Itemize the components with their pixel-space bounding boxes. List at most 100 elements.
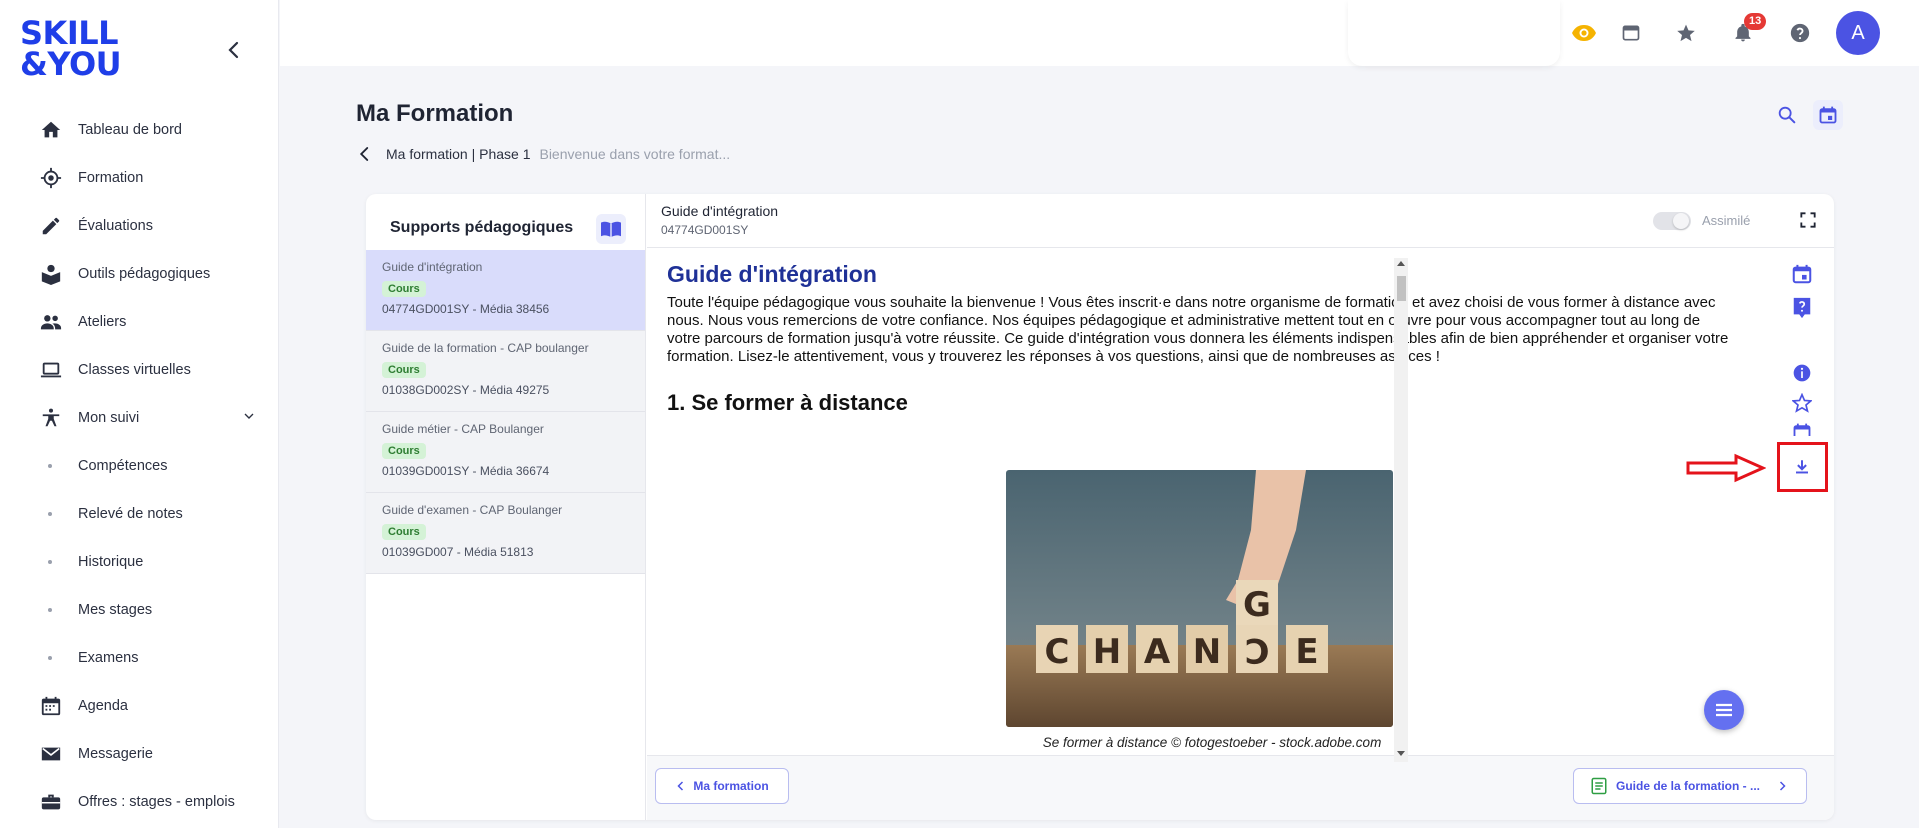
support-item[interactable]: Guide de la formation - CAP boulanger Co… xyxy=(366,331,645,412)
calendar-icon xyxy=(1819,106,1837,124)
bullet-icon xyxy=(48,560,52,564)
rail-star-icon[interactable] xyxy=(1790,391,1814,415)
support-code: 01039GD001SY - Média 36674 xyxy=(382,464,550,478)
breadcrumb-subtitle: Bienvenue dans votre format... xyxy=(539,146,731,162)
bullet-icon xyxy=(48,464,52,468)
document-intro: Toute l'équipe pédagogique vous souhaite… xyxy=(667,294,1729,365)
support-title: Guide métier - CAP Boulanger xyxy=(382,422,544,436)
scroll-down-arrow-icon[interactable] xyxy=(1397,751,1405,756)
sidebar-item-agenda[interactable]: Agenda xyxy=(0,682,279,730)
sidebar-subitem-mes-stages[interactable]: Mes stages xyxy=(0,586,279,634)
sidebar-item-messagerie[interactable]: Messagerie xyxy=(0,730,279,778)
support-item[interactable]: Guide d'intégration Cours 04774GD001SY -… xyxy=(366,250,645,331)
sidebar-item-tableau-de-bord[interactable]: Tableau de bord xyxy=(0,106,279,154)
block-letter: A xyxy=(1144,632,1171,672)
sidebar-item-mon-suivi[interactable]: Mon suivi xyxy=(0,394,279,442)
menu-fab-button[interactable] xyxy=(1704,690,1744,730)
course-tag: Cours xyxy=(382,524,426,540)
document-icon xyxy=(1591,777,1607,795)
search-icon[interactable] xyxy=(1776,104,1800,128)
document-header: Guide d'intégration 04774GD001SY Assimil… xyxy=(647,194,1834,248)
group-icon xyxy=(38,309,64,335)
support-item[interactable]: Guide d'examen - CAP Boulanger Cours 010… xyxy=(366,493,645,574)
sidebar-subitem-competences[interactable]: Compétences xyxy=(0,442,279,490)
annotation-arrow-icon xyxy=(1686,453,1766,483)
support-code: 01038GD002SY - Média 49275 xyxy=(382,383,550,397)
sidebar-item-label: Évaluations xyxy=(78,218,153,234)
breadcrumb-current[interactable]: Ma formation | Phase 1 xyxy=(386,146,530,162)
notifications-button[interactable]: 13 xyxy=(1730,13,1767,46)
hamburger-menu-icon xyxy=(1716,703,1732,717)
block-letter: N xyxy=(1193,632,1221,672)
supports-panel: Supports pédagogiques Guide d'intégratio… xyxy=(366,194,646,820)
sidebar-subitem-label: Mes stages xyxy=(78,602,153,618)
rail-calendar-icon[interactable] xyxy=(1790,262,1814,286)
browser-window-icon[interactable] xyxy=(1618,20,1644,46)
support-item[interactable]: Guide métier - CAP Boulanger Cours 01039… xyxy=(366,412,645,493)
block-letter: E xyxy=(1295,632,1318,672)
support-title: Guide de la formation - CAP boulanger xyxy=(382,341,589,355)
sidebar-item-offres[interactable]: Offres : stages - emplois xyxy=(0,778,279,826)
sidebar-item-label: Classes virtuelles xyxy=(78,362,191,378)
sidebar-item-classes-virtuelles[interactable]: Classes virtuelles xyxy=(0,346,279,394)
user-avatar[interactable]: A xyxy=(1836,11,1880,55)
sidebar-item-ateliers[interactable]: Ateliers xyxy=(0,298,279,346)
block-letter: H xyxy=(1093,632,1121,672)
rail-info-icon[interactable] xyxy=(1790,361,1814,385)
section-heading: 1. Se former à distance xyxy=(667,390,908,415)
reader-icon xyxy=(38,261,64,287)
sidebar-subitem-examens[interactable]: Examens xyxy=(0,634,279,682)
block-letter: G xyxy=(1243,585,1271,625)
laptop-icon xyxy=(38,357,64,383)
rail-event-icon[interactable] xyxy=(1790,422,1814,436)
chevron-left-icon xyxy=(677,781,684,791)
support-code: 04774GD001SY - Média 38456 xyxy=(382,302,550,316)
sidebar-subitem-releve-de-notes[interactable]: Relevé de notes xyxy=(0,490,279,538)
toggle-knob xyxy=(1673,213,1689,229)
home-icon xyxy=(38,117,64,143)
back-arrow-icon[interactable] xyxy=(356,145,374,163)
sidebar-item-label: Ateliers xyxy=(78,314,127,330)
document-viewer[interactable]: Guide d'intégration Toute l'équipe pédag… xyxy=(647,249,1823,755)
breadcrumb: Ma formation | Phase 1 Bienvenue dans vo… xyxy=(356,145,730,163)
sidebar-item-formation[interactable]: Formation xyxy=(0,154,279,202)
sidebar-item-evaluations[interactable]: Évaluations xyxy=(0,202,279,250)
sidebar-item-outils-pedagogiques[interactable]: Outils pédagogiques xyxy=(0,250,279,298)
assimile-toggle[interactable] xyxy=(1653,212,1691,230)
chevron-right-icon xyxy=(1779,781,1786,791)
notification-badge: 13 xyxy=(1744,13,1767,30)
previous-button-label: Ma formation xyxy=(693,779,769,793)
collapse-sidebar-button[interactable] xyxy=(222,38,246,62)
block-letter: C xyxy=(1245,630,1270,670)
document-content: Guide d'intégration Toute l'équipe pédag… xyxy=(667,261,1757,416)
star-icon[interactable] xyxy=(1673,20,1699,46)
book-open-button[interactable] xyxy=(596,214,626,244)
annotation-highlight-box xyxy=(1777,442,1828,492)
help-icon[interactable] xyxy=(1787,20,1813,46)
document-scrollbar[interactable] xyxy=(1394,258,1408,762)
sidebar-item-label: Messagerie xyxy=(78,746,153,762)
sidebar-subitem-historique[interactable]: Historique xyxy=(0,538,279,586)
sidebar: SKILL &YOU Tableau de bord Formation Éva… xyxy=(0,0,279,828)
sidebar-subitem-label: Compétences xyxy=(78,458,168,474)
supports-title: Supports pédagogiques xyxy=(390,219,574,236)
document-title: Guide d'intégration xyxy=(661,203,779,219)
support-title: Guide d'examen - CAP Boulanger xyxy=(382,503,563,517)
support-title: Guide d'intégration xyxy=(382,260,483,274)
chevron-left-icon xyxy=(228,41,239,59)
header-calendar-button[interactable] xyxy=(1813,100,1843,130)
brand-logo[interactable]: SKILL &YOU xyxy=(20,17,130,80)
next-button[interactable]: Guide de la formation - ... xyxy=(1573,768,1807,804)
rail-question-icon[interactable] xyxy=(1790,296,1814,320)
target-icon xyxy=(38,165,64,191)
sidebar-item-label: Formation xyxy=(78,170,144,186)
previous-button[interactable]: Ma formation xyxy=(655,768,789,804)
fullscreen-icon[interactable] xyxy=(1798,210,1820,232)
briefcase-icon xyxy=(38,789,64,815)
eye-icon[interactable] xyxy=(1571,20,1597,46)
scrollbar-thumb[interactable] xyxy=(1397,276,1406,301)
bullet-icon xyxy=(48,512,52,516)
course-tag: Cours xyxy=(382,362,426,378)
top-bar-search-card[interactable] xyxy=(1348,0,1560,66)
scroll-up-arrow-icon[interactable] xyxy=(1397,261,1405,266)
